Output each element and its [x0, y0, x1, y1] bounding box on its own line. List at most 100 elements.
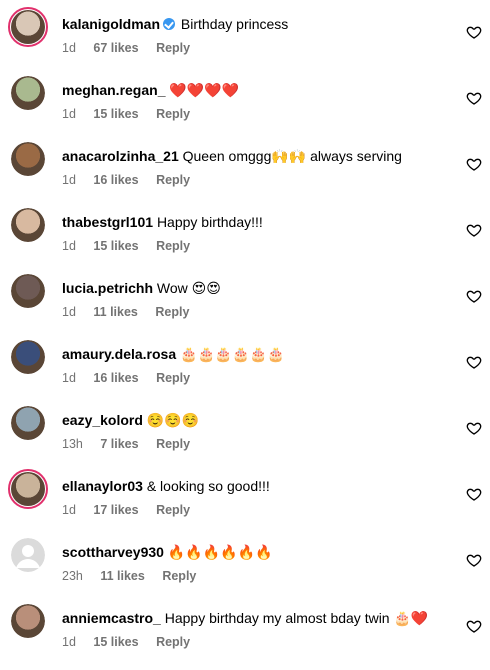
comment-text: 🎂🎂🎂🎂🎂🎂 [180, 346, 285, 362]
avatar-photo [11, 10, 45, 44]
comment-body: scottharvey930 🔥🔥🔥🔥🔥🔥 [62, 543, 450, 561]
comment-body: amaury.dela.rosa 🎂🎂🎂🎂🎂🎂 [62, 345, 450, 363]
comment-body: anacarolzinha_21 Queen omggg🙌🙌 always se… [62, 147, 450, 165]
username[interactable]: amaury.dela.rosa [62, 346, 176, 362]
comment-item: anniemcastro_ Happy birthday my almost b… [0, 604, 490, 670]
avatar[interactable] [11, 274, 45, 308]
comment-item: kalanigoldman Birthday princess 1d 67 li… [0, 7, 490, 76]
comment-text: & looking so good!!! [146, 478, 270, 494]
heart-outline-icon[interactable] [466, 618, 482, 634]
comment-text: Birthday princess [180, 16, 289, 32]
avatar[interactable] [11, 406, 45, 440]
comment-body: meghan.regan_ ❤️❤️❤️❤️ [62, 81, 450, 99]
username[interactable]: kalanigoldman [62, 16, 160, 32]
username[interactable]: eazy_kolord [62, 412, 143, 428]
username[interactable]: scottharvey930 [62, 544, 164, 560]
likes-count[interactable]: 67 likes [93, 41, 138, 55]
timestamp: 1d [62, 41, 76, 55]
username[interactable]: anacarolzinha_21 [62, 148, 179, 164]
likes-count[interactable]: 16 likes [93, 371, 138, 385]
likes-count[interactable]: 15 likes [93, 107, 138, 121]
comment-body: ellanaylor03 & looking so good!!! [62, 477, 450, 495]
likes-count[interactable]: 11 likes [93, 305, 138, 319]
comment-item: amaury.dela.rosa 🎂🎂🎂🎂🎂🎂 1d 16 likes Repl… [0, 340, 490, 406]
avatar[interactable] [8, 7, 48, 47]
reply-button[interactable]: Reply [156, 173, 190, 187]
username[interactable]: lucia.petrichh [62, 280, 153, 296]
reply-button[interactable]: Reply [162, 569, 196, 583]
comment-meta: 1d 11 likes Reply [62, 304, 189, 320]
comment-meta: 1d 15 likes Reply [62, 634, 190, 650]
comment-text: ❤️❤️❤️❤️ [169, 82, 240, 98]
avatar-photo [11, 604, 45, 638]
username[interactable]: ellanaylor03 [62, 478, 143, 494]
comment-text: 🔥🔥🔥🔥🔥🔥 [167, 544, 273, 560]
timestamp: 1d [62, 371, 76, 385]
likes-count[interactable]: 16 likes [93, 173, 138, 187]
comment-item: scottharvey930 🔥🔥🔥🔥🔥🔥 23h 11 likes Reply [0, 538, 490, 604]
comment-body: eazy_kolord ☺️☺️☺️ [62, 411, 450, 429]
reply-button[interactable]: Reply [156, 437, 190, 451]
avatar-photo [11, 340, 45, 374]
username[interactable]: meghan.regan_ [62, 82, 165, 98]
avatar[interactable] [11, 208, 45, 242]
comment-text: Happy birthday my almost bday twin 🎂❤️ [164, 610, 429, 626]
avatar-photo [11, 76, 45, 110]
heart-outline-icon[interactable] [466, 156, 482, 172]
heart-outline-icon[interactable] [466, 90, 482, 106]
timestamp: 1d [62, 305, 76, 319]
reply-button[interactable]: Reply [155, 305, 189, 319]
reply-button[interactable]: Reply [156, 239, 190, 253]
comment-item: eazy_kolord ☺️☺️☺️ 13h 7 likes Reply [0, 406, 490, 472]
likes-count[interactable]: 17 likes [93, 503, 138, 517]
reply-button[interactable]: Reply [156, 503, 190, 517]
comment-text: Happy birthday!!! [156, 214, 263, 230]
comment-meta: 1d 16 likes Reply [62, 370, 190, 386]
comment-meta: 1d 17 likes Reply [62, 502, 190, 518]
username[interactable]: anniemcastro_ [62, 610, 161, 626]
comment-text: Queen omggg🙌🙌 always serving [182, 148, 402, 164]
comment-text: Wow 😍😍 [156, 280, 221, 296]
avatar[interactable] [11, 142, 45, 176]
avatar-photo [11, 208, 45, 242]
comment-text: ☺️☺️☺️ [146, 412, 200, 428]
avatar[interactable] [8, 469, 48, 509]
comment-meta: 1d 16 likes Reply [62, 172, 190, 188]
timestamp: 13h [62, 437, 83, 451]
avatar[interactable] [11, 604, 45, 638]
comment-meta: 1d 15 likes Reply [62, 238, 190, 254]
heart-outline-icon[interactable] [466, 354, 482, 370]
likes-count[interactable]: 7 likes [100, 437, 138, 451]
timestamp: 1d [62, 173, 76, 187]
comment-meta: 23h 11 likes Reply [62, 568, 196, 584]
avatar[interactable] [11, 538, 45, 572]
likes-count[interactable]: 11 likes [100, 569, 145, 583]
likes-count[interactable]: 15 likes [93, 239, 138, 253]
default-avatar-icon [11, 538, 45, 572]
comment-item: anacarolzinha_21 Queen omggg🙌🙌 always se… [0, 142, 490, 208]
comment-item: lucia.petrichh Wow 😍😍 1d 11 likes Reply [0, 274, 490, 340]
avatar[interactable] [11, 340, 45, 374]
reply-button[interactable]: Reply [156, 41, 190, 55]
heart-outline-icon[interactable] [466, 552, 482, 568]
comment-item: thabestgrl101 Happy birthday!!! 1d 15 li… [0, 208, 490, 274]
heart-outline-icon[interactable] [466, 222, 482, 238]
timestamp: 1d [62, 503, 76, 517]
heart-outline-icon[interactable] [466, 486, 482, 502]
comment-item: meghan.regan_ ❤️❤️❤️❤️ 1d 15 likes Reply [0, 76, 490, 142]
verified-badge-icon [163, 18, 176, 30]
timestamp: 1d [62, 635, 76, 649]
comments-list: kalanigoldman Birthday princess 1d 67 li… [0, 0, 490, 649]
username[interactable]: thabestgrl101 [62, 214, 153, 230]
likes-count[interactable]: 15 likes [93, 635, 138, 649]
heart-outline-icon[interactable] [466, 288, 482, 304]
timestamp: 1d [62, 239, 76, 253]
heart-outline-icon[interactable] [466, 420, 482, 436]
avatar[interactable] [11, 76, 45, 110]
avatar-photo [11, 142, 45, 176]
reply-button[interactable]: Reply [156, 635, 190, 649]
reply-button[interactable]: Reply [156, 371, 190, 385]
comment-meta: 1d 67 likes Reply [62, 40, 190, 56]
reply-button[interactable]: Reply [156, 107, 190, 121]
heart-outline-icon[interactable] [466, 24, 482, 40]
